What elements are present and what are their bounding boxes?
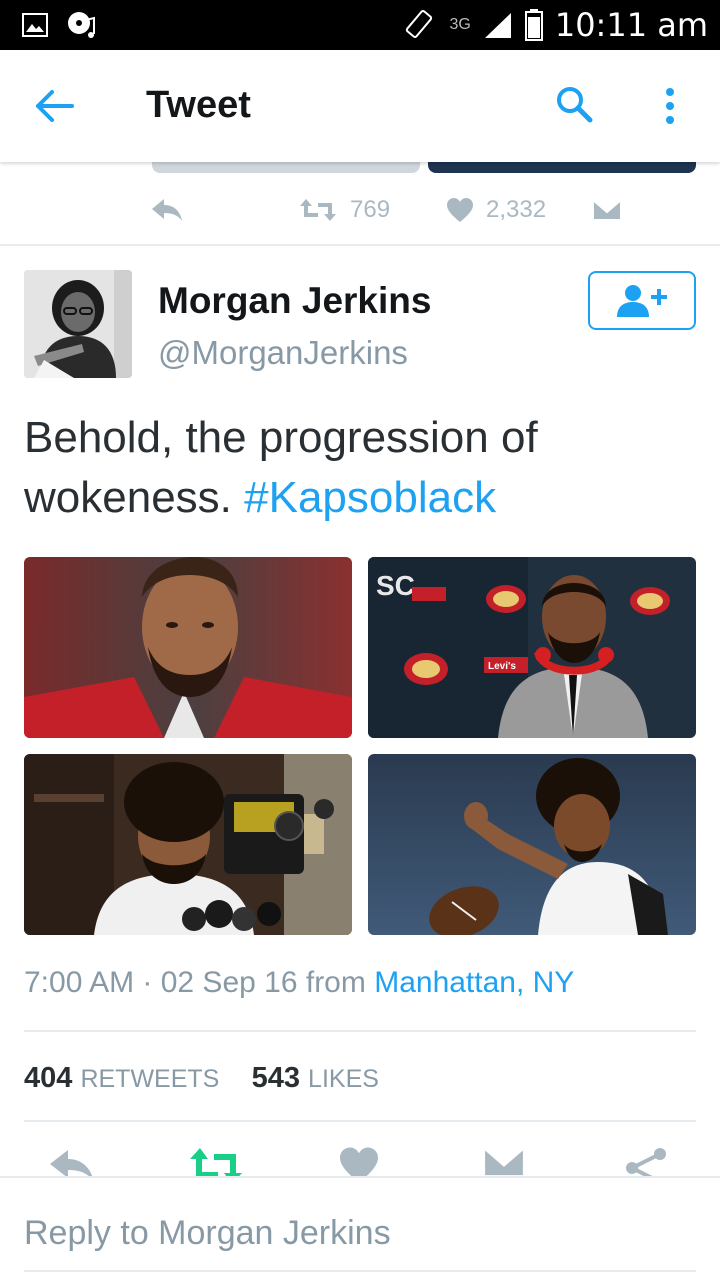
photo-quarterback-throw [368, 754, 696, 935]
retweet-icon [300, 199, 336, 221]
status-bar: 3G 10:11 am [0, 0, 720, 50]
reply-icon [152, 199, 182, 221]
like-button[interactable] [338, 1146, 388, 1178]
avatar[interactable] [24, 270, 132, 378]
heart-icon [340, 1147, 378, 1178]
tweet-stats: 404 RETWEETS 543 LIKES [24, 1062, 379, 1095]
share-button[interactable] [624, 1146, 674, 1178]
envelope-icon [592, 199, 622, 221]
music-notification-icon [68, 12, 95, 38]
tweet-photo-4[interactable] [368, 754, 696, 935]
tweet-photo-2[interactable]: SC Levi's [368, 557, 696, 738]
previous-tweet-actions: 769 2,332 [150, 190, 670, 230]
reply-composer [0, 1176, 720, 1280]
reply-underline [24, 1270, 696, 1272]
previous-like-count: 2,332 [486, 196, 547, 223]
back-arrow-icon [36, 90, 74, 122]
reply-icon [50, 1150, 93, 1178]
battery-icon [524, 9, 543, 41]
previous-tweet-media[interactable] [428, 162, 696, 173]
tweet-meta: 7:00 AM · 02 Sep 16 from Manhattan, NY [24, 966, 574, 1000]
retweet-button[interactable] [188, 1146, 242, 1178]
author-photo [24, 270, 132, 378]
follow-button[interactable] [588, 271, 696, 330]
retweet-icon [190, 1148, 242, 1178]
page-title: Tweet [146, 84, 251, 126]
tweet-text: Behold, the progression of wokeness. #Ka… [24, 408, 704, 528]
tweet-photo-1[interactable] [24, 557, 352, 738]
previous-dm-button[interactable] [592, 190, 622, 230]
previous-reply-button[interactable] [150, 190, 184, 230]
meta-divider [24, 1030, 696, 1032]
author-name[interactable]: Morgan Jerkins [158, 280, 431, 322]
search-icon [557, 87, 593, 123]
reply-button[interactable] [48, 1146, 98, 1178]
network-type: 3G [449, 16, 471, 33]
direct-message-button[interactable] [482, 1146, 532, 1178]
clock: 10:11 am [554, 6, 708, 44]
tweet-divider [0, 244, 720, 246]
like-count: 543 [251, 1062, 300, 1094]
image-notification-icon [22, 13, 48, 37]
photo-player-closeup [24, 557, 352, 738]
more-options-button[interactable] [660, 84, 692, 128]
photo-locker-interview [24, 754, 352, 935]
app-bar: Tweet [0, 50, 720, 162]
sc-logo-text: SC [376, 570, 415, 601]
search-button[interactable] [554, 84, 598, 128]
envelope-icon [482, 1146, 526, 1178]
rotate-icon [406, 10, 433, 38]
levis-tag: Levi's [488, 661, 516, 672]
previous-retweet-count: 769 [350, 196, 391, 223]
tweet-timestamp[interactable]: 7:00 AM · 02 Sep 16 [24, 966, 298, 999]
photo-press-conference: SC Levi's [368, 557, 696, 738]
location-link[interactable]: Manhattan, NY [374, 966, 574, 999]
likes-stat[interactable]: 543 LIKES [252, 1062, 379, 1094]
like-label: LIKES [308, 1065, 379, 1093]
retweet-label: RETWEETS [80, 1065, 220, 1093]
hashtag-link[interactable]: #Kapsoblack [244, 473, 496, 522]
retweet-count: 404 [24, 1062, 73, 1094]
signal-icon [484, 13, 511, 38]
author-handle[interactable]: @MorganJerkins [158, 334, 408, 372]
back-button[interactable] [32, 86, 80, 126]
add-user-icon [617, 284, 667, 317]
tweet-photo-3[interactable] [24, 754, 352, 935]
previous-tweet-media[interactable] [152, 162, 420, 173]
previous-retweet-button[interactable]: 769 [298, 190, 390, 230]
from-label: from [305, 966, 366, 999]
reply-input[interactable] [24, 1208, 696, 1258]
more-vert-icon [666, 88, 674, 124]
previous-like-button[interactable]: 2,332 [446, 190, 546, 230]
stats-divider [24, 1120, 696, 1122]
share-icon [626, 1148, 666, 1178]
retweets-stat[interactable]: 404 RETWEETS [24, 1062, 219, 1094]
heart-icon [447, 198, 473, 222]
tweet-action-bar [0, 1140, 720, 1178]
